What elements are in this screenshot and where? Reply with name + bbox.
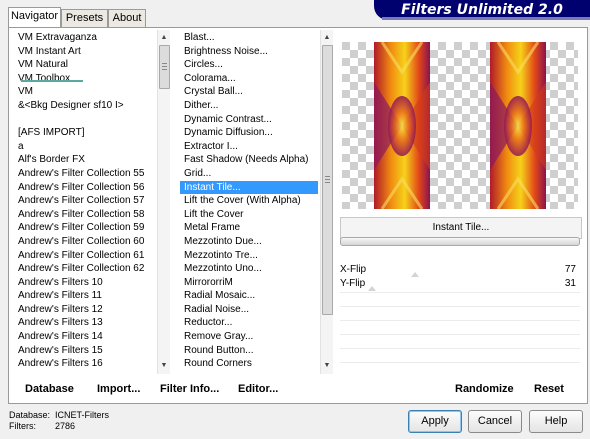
banner-title: Filters Unlimited 2.0 <box>401 2 563 18</box>
filter-item[interactable]: Mezzotinto Due... <box>180 235 318 249</box>
database-label: Database: <box>9 410 51 420</box>
category-item[interactable]: Andrew's Filter Collection 61 <box>14 249 157 263</box>
filter-item[interactable]: Extractor I... <box>180 140 318 154</box>
tab-navigator[interactable]: Navigator <box>8 7 61 27</box>
filter-scrollbar[interactable]: ▲ ▼ <box>320 30 333 374</box>
filter-progress-bar <box>340 237 580 246</box>
param-slider-row[interactable]: Y-Flip 31 <box>340 277 580 291</box>
filter-info-button[interactable]: Filter Info... <box>160 383 219 395</box>
category-item[interactable]: Alf's Border FX <box>14 153 157 167</box>
scroll-down-icon[interactable]: ▼ <box>158 360 170 372</box>
filter-item[interactable]: Fast Shadow (Needs Alpha) <box>180 153 318 167</box>
tab-about[interactable]: About <box>108 9 146 27</box>
category-item[interactable]: Andrew's Filter Collection 60 <box>14 235 157 249</box>
database-value: ICNET-Filters <box>55 410 109 420</box>
category-item[interactable]: Andrew's Filter Collection 58 <box>14 208 157 222</box>
filter-item[interactable]: Round Corners <box>180 357 318 371</box>
category-scrollbar[interactable]: ▲ ▼ <box>157 30 170 374</box>
filter-item[interactable]: Blast... <box>180 31 318 45</box>
category-item[interactable]: Andrew's Filter Collection 56 <box>14 181 157 195</box>
filter-item[interactable]: Reductor... <box>180 316 318 330</box>
param-divider <box>340 334 580 335</box>
cancel-button[interactable]: Cancel <box>468 410 522 433</box>
filter-item[interactable]: Crystal Ball... <box>180 85 318 99</box>
highlight-underline <box>21 80 83 82</box>
editor-button[interactable]: Editor... <box>238 383 278 395</box>
category-item[interactable]: Andrew's Filters 14 <box>14 330 157 344</box>
param-divider <box>340 320 580 321</box>
param-value: 77 <box>564 264 576 275</box>
filters-count-value: 2786 <box>55 421 76 431</box>
category-item[interactable]: VM Toolbox <box>14 72 157 86</box>
param-divider <box>340 292 580 293</box>
category-item[interactable]: VM Natural <box>14 58 157 72</box>
param-divider <box>340 362 580 363</box>
filter-item[interactable]: Round Button... <box>180 344 318 358</box>
filter-item[interactable]: Circles... <box>180 58 318 72</box>
filter-item-selected[interactable]: Instant Tile... <box>180 180 318 195</box>
scroll-thumb[interactable] <box>322 45 333 315</box>
scroll-up-icon[interactable]: ▲ <box>321 32 333 44</box>
filter-item[interactable]: Radial Mosaic... <box>180 289 318 303</box>
category-item[interactable]: Andrew's Filters 13 <box>14 316 157 330</box>
category-item[interactable]: Andrew's Filter Collection 55 <box>14 167 157 181</box>
filter-item[interactable]: Colorama... <box>180 72 318 86</box>
filter-item[interactable]: Lift the Cover <box>180 208 318 222</box>
category-item[interactable]: Andrew's Filter Collection 59 <box>14 221 157 235</box>
database-button[interactable]: Database <box>25 383 74 395</box>
filter-item[interactable]: Grid... <box>180 167 318 181</box>
scroll-thumb[interactable] <box>159 45 170 89</box>
category-item[interactable]: VM Extravaganza <box>14 31 157 45</box>
apply-button[interactable]: Apply <box>408 410 462 433</box>
param-label: X-Flip <box>340 264 367 275</box>
category-item[interactable]: Andrew's Filters 16 <box>14 357 157 371</box>
category-item[interactable]: Andrew's Filters 10 <box>14 276 157 290</box>
filter-item[interactable]: Metal Frame <box>180 221 318 235</box>
category-item[interactable]: Andrew's Filters 11 <box>14 289 157 303</box>
filter-item[interactable]: Mezzotinto Uno... <box>180 262 318 276</box>
param-label: Y-Flip <box>340 278 366 289</box>
randomize-button[interactable]: Randomize <box>455 383 514 395</box>
category-item[interactable]: a <box>14 140 157 154</box>
param-slider-row[interactable]: X-Flip 77 <box>340 263 580 277</box>
filter-item[interactable]: Dynamic Diffusion... <box>180 126 318 140</box>
tab-presets[interactable]: Presets <box>61 9 108 27</box>
filter-item[interactable]: Dither... <box>180 99 318 113</box>
help-button[interactable]: Help <box>529 410 583 433</box>
category-item[interactable]: VM Instant Art <box>14 45 157 59</box>
preview-image <box>342 41 578 210</box>
category-item[interactable]: [AFS IMPORT] <box>14 126 157 140</box>
category-item[interactable]: Andrew's Filters 15 <box>14 344 157 358</box>
reset-button[interactable]: Reset <box>534 383 564 395</box>
param-value: 31 <box>564 278 576 289</box>
filter-list[interactable]: Blast... Brightness Noise... Circles... Col… <box>180 31 318 372</box>
param-slider-marker[interactable] <box>368 286 376 291</box>
category-item[interactable]: &<Bkg Designer sf10 I> <box>14 99 157 113</box>
category-item[interactable]: Andrew's Filter Collection 62 <box>14 262 157 276</box>
filter-item[interactable]: Lift the Cover (With Alpha) <box>180 194 318 208</box>
filter-item[interactable]: Dynamic Contrast... <box>180 113 318 127</box>
filters-count-label: Filters: <box>9 421 36 431</box>
scroll-down-icon[interactable]: ▼ <box>321 360 333 372</box>
filter-item[interactable]: Radial Noise... <box>180 303 318 317</box>
category-list[interactable]: VM Extravaganza VM Instant Art VM Natural V… <box>14 31 157 372</box>
category-item[interactable] <box>14 113 157 127</box>
scroll-up-icon[interactable]: ▲ <box>158 32 170 44</box>
param-divider <box>340 306 580 307</box>
param-divider <box>340 348 580 349</box>
filter-item[interactable]: Remove Gray... <box>180 330 318 344</box>
category-item[interactable]: Andrew's Filter Collection 57 <box>14 194 157 208</box>
category-item[interactable]: Andrew's Filters 12 <box>14 303 157 317</box>
import-button[interactable]: Import... <box>97 383 140 395</box>
title-banner: Filters Unlimited 2.0 <box>374 0 590 20</box>
category-item[interactable]: VM <box>14 85 157 99</box>
filter-item[interactable]: Mezzotinto Tre... <box>180 249 318 263</box>
filter-item[interactable]: Brightness Noise... <box>180 45 318 59</box>
filter-item[interactable]: MirrororriM <box>180 276 318 290</box>
current-filter-button[interactable]: Instant Tile... <box>340 217 582 239</box>
